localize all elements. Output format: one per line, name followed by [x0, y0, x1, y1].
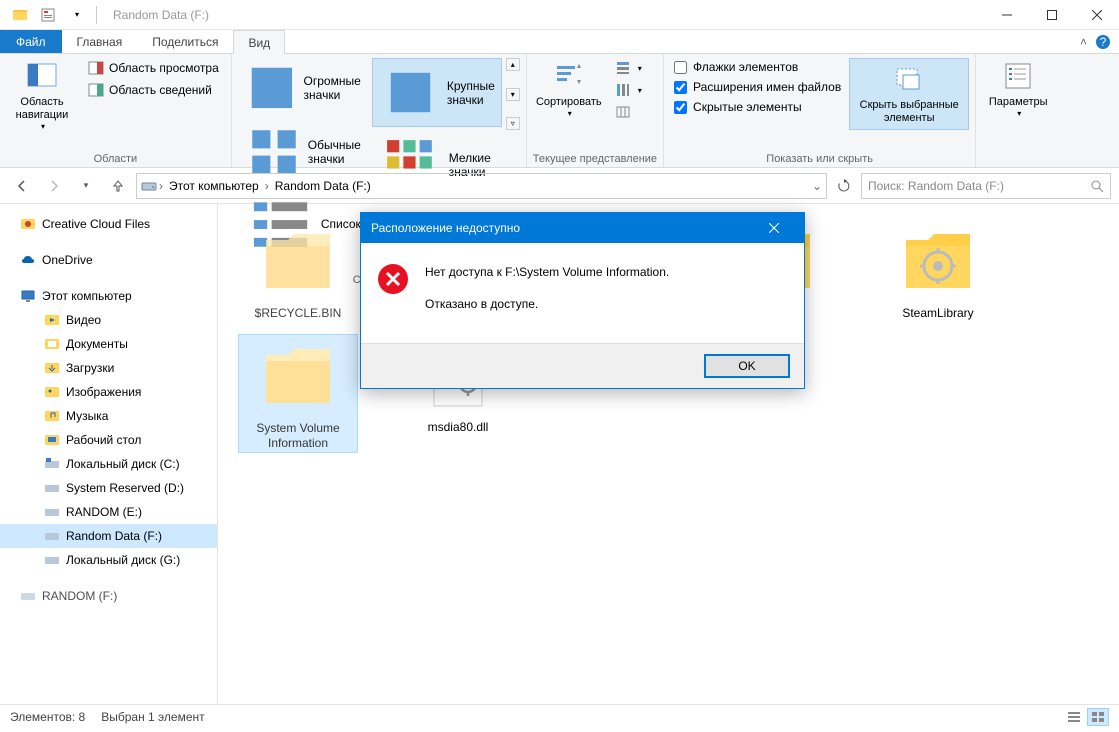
ribbon: Область навигации ▾ Область просмотра Об… [0, 54, 1119, 168]
svg-text:?: ? [1100, 35, 1107, 49]
tree-random-data-f[interactable]: Random Data (F:) [0, 524, 217, 548]
crumb-drive[interactable]: Random Data (F:) [271, 179, 375, 193]
icons-view-toggle[interactable] [1087, 708, 1109, 726]
tree-random-f2[interactable]: RANDOM (F:) [0, 584, 217, 608]
group-by-button[interactable]: ▾ [609, 58, 648, 78]
tree-videos[interactable]: Видео [0, 308, 217, 332]
nav-tree[interactable]: Creative Cloud Files OneDrive Этот компь… [0, 204, 218, 704]
tree-pictures[interactable]: Изображения [0, 380, 217, 404]
hidden-items-checkbox[interactable]: Скрытые элементы [670, 98, 845, 116]
tree-this-pc[interactable]: Этот компьютер [0, 284, 217, 308]
folder-recycle-bin[interactable]: $RECYCLE.BIN [238, 220, 358, 322]
dialog-ok-button[interactable]: OK [704, 354, 790, 378]
search-input[interactable]: Поиск: Random Data (F:) [861, 173, 1111, 199]
layout-extra-large[interactable]: Огромные значки [238, 58, 368, 118]
qat-properties-icon[interactable] [36, 4, 60, 26]
back-button[interactable] [8, 172, 36, 200]
forward-button[interactable] [40, 172, 68, 200]
ribbon-group-layout: Огромные значки Обычные значки Список Кр… [232, 54, 527, 167]
layout-scroll-down-icon[interactable]: ▾ [506, 88, 520, 101]
breadcrumb[interactable]: › Этот компьютер › Random Data (F:) ⌄ [136, 173, 827, 199]
collapse-ribbon-icon[interactable]: ˄ [1080, 35, 1087, 49]
add-columns-button[interactable]: ▾ [609, 80, 648, 100]
chevron-right-icon[interactable]: › [265, 179, 269, 193]
dialog-titlebar[interactable]: Расположение недоступно [361, 213, 804, 243]
refresh-button[interactable] [831, 173, 857, 199]
tab-share[interactable]: Поделиться [137, 30, 233, 53]
tab-file[interactable]: Файл [0, 30, 62, 53]
tab-view[interactable]: Вид [233, 30, 285, 54]
error-icon [377, 263, 409, 295]
navigation-pane-button[interactable]: Область навигации ▾ [6, 58, 78, 133]
up-button[interactable] [104, 172, 132, 200]
close-button[interactable] [1074, 0, 1119, 30]
tree-system-reserved[interactable]: System Reserved (D:) [0, 476, 217, 500]
tree-local-g[interactable]: Локальный диск (G:) [0, 548, 217, 572]
tab-home[interactable]: Главная [62, 30, 138, 53]
titlebar: ▾ Random Data (F:) [0, 0, 1119, 30]
recent-dropdown[interactable]: ▾ [72, 172, 100, 200]
file-extensions-checkbox[interactable]: Расширения имен файлов [670, 78, 845, 96]
layout-expand-icon[interactable]: ▿ [506, 117, 520, 130]
folder-system-volume-information[interactable]: System Volume Information [238, 334, 358, 453]
ribbon-group-panes: Область навигации ▾ Область просмотра Об… [0, 54, 232, 167]
tree-onedrive[interactable]: OneDrive [0, 248, 217, 272]
tree-local-c[interactable]: Локальный диск (C:) [0, 452, 217, 476]
details-view-toggle[interactable] [1063, 708, 1085, 726]
ribbon-tabs: Файл Главная Поделиться Вид ˄ ? [0, 30, 1119, 54]
navbar: ▾ › Этот компьютер › Random Data (F:) ⌄ … [0, 168, 1119, 204]
error-dialog: Расположение недоступно Нет доступа к F:… [360, 212, 805, 389]
status-item-count: Элементов: 8 [10, 710, 85, 724]
dialog-message: Нет доступа к F:\System Volume Informati… [425, 263, 669, 327]
drive-icon [141, 178, 157, 194]
dialog-close-button[interactable] [754, 213, 794, 243]
ribbon-group-show-hide: Флажки элементов Расширения имен файлов … [664, 54, 976, 167]
tree-desktop[interactable]: Рабочий стол [0, 428, 217, 452]
tree-downloads[interactable]: Загрузки [0, 356, 217, 380]
tree-random-e[interactable]: RANDOM (E:) [0, 500, 217, 524]
chevron-right-icon[interactable]: › [159, 179, 163, 193]
maximize-button[interactable] [1029, 0, 1074, 30]
help-icon[interactable]: ? [1095, 34, 1111, 50]
options-button[interactable]: Параметры ▾ [982, 58, 1054, 120]
tree-documents[interactable]: Документы [0, 332, 217, 356]
qat-dropdown-icon[interactable]: ▾ [64, 4, 88, 26]
ribbon-group-options: Параметры ▾ [976, 54, 1060, 167]
statusbar: Элементов: 8 Выбран 1 элемент [0, 704, 1119, 728]
dialog-title: Расположение недоступно [371, 221, 520, 235]
ribbon-group-current-view: Сортировать ▾ ▾ ▾ Текущее представление [527, 54, 664, 167]
breadcrumb-dropdown-icon[interactable]: ⌄ [812, 179, 822, 193]
window-title: Random Data (F:) [113, 8, 209, 22]
crumb-this-pc[interactable]: Этот компьютер [165, 179, 263, 193]
size-columns-button[interactable] [609, 102, 648, 122]
minimize-button[interactable] [984, 0, 1029, 30]
status-selected-count: Выбран 1 элемент [101, 710, 204, 724]
folder-steamlibrary[interactable]: SteamLibrary [878, 220, 998, 322]
tree-creative-cloud[interactable]: Creative Cloud Files [0, 212, 217, 236]
preview-pane-button[interactable]: Область просмотра [82, 58, 225, 78]
item-checkboxes-checkbox[interactable]: Флажки элементов [670, 58, 845, 76]
layout-large[interactable]: Крупные значки [372, 58, 502, 127]
search-icon [1090, 179, 1104, 193]
sort-button[interactable]: Сортировать ▾ [533, 58, 605, 120]
details-pane-button[interactable]: Область сведений [82, 80, 225, 100]
layout-scroll-up-icon[interactable]: ▴ [506, 58, 520, 71]
qat-folder-icon[interactable] [8, 4, 32, 26]
tree-music[interactable]: Музыка [0, 404, 217, 428]
hide-selected-button[interactable]: Скрыть выбранные элементы [849, 58, 969, 130]
